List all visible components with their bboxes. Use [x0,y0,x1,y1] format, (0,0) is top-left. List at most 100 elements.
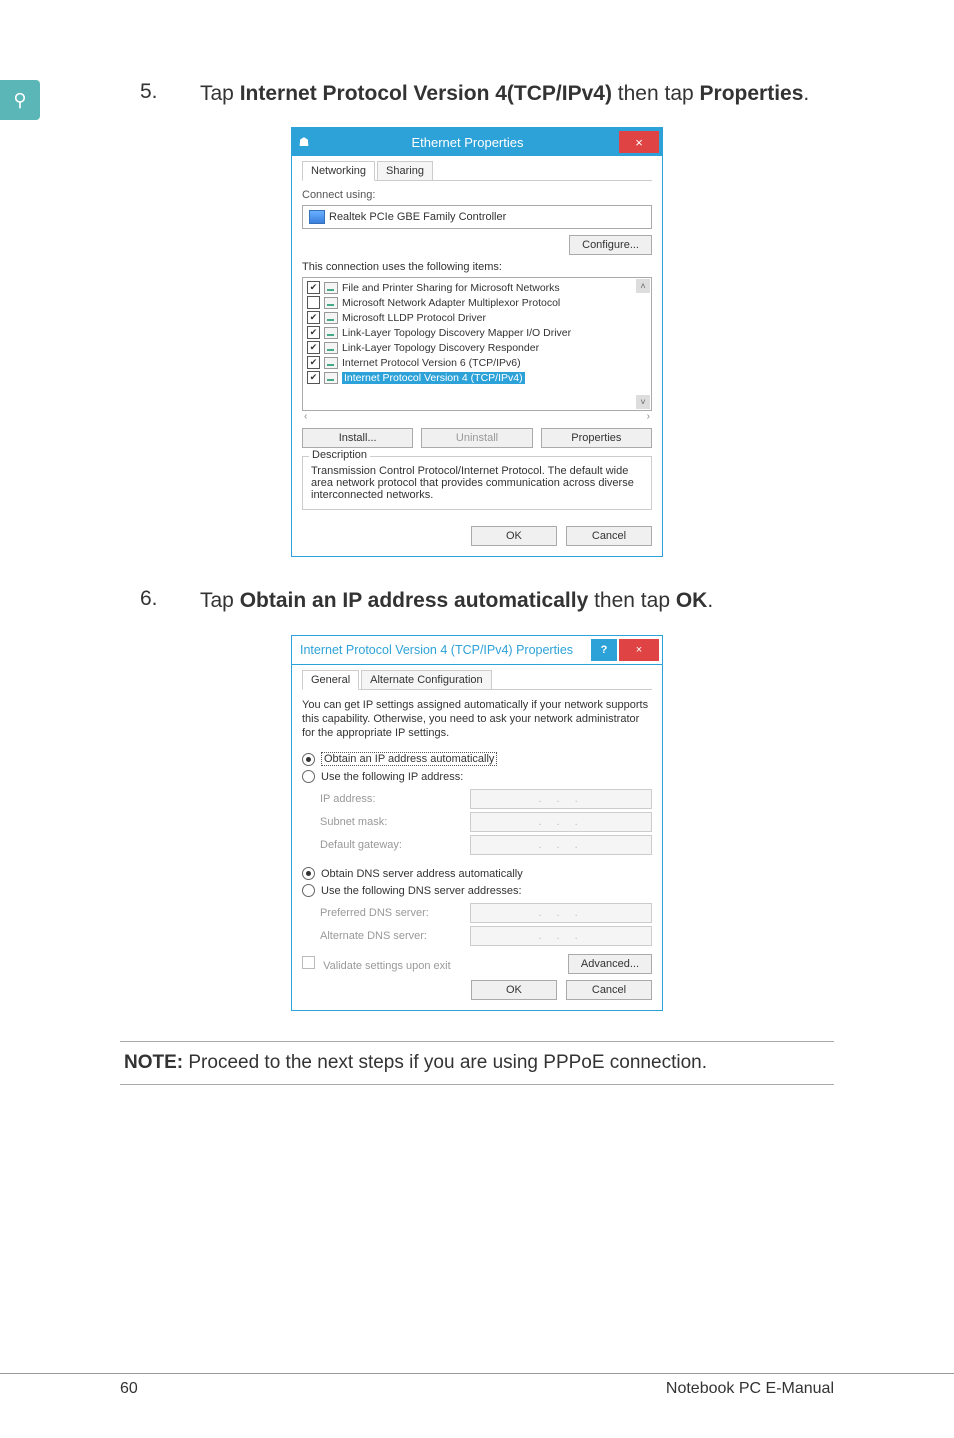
list-scroll-up[interactable]: ˄ [636,279,650,293]
step5-bold2: Properties [700,82,804,105]
step6-bold1: Obtain an IP address automatically [240,589,589,612]
validate-label: Validate settings upon exit [323,960,451,972]
field-default-gateway: Default gateway: . . . [320,835,652,855]
uninstall-button[interactable]: Uninstall [421,428,532,448]
checkbox-icon[interactable]: ✔ [307,311,320,324]
step5-post: . [803,82,809,105]
list-item-selected[interactable]: ✔ Internet Protocol Version 4 (TCP/IPv4) [303,370,651,385]
step6-pre: Tap [200,589,240,612]
list-item[interactable]: ✔ Link-Layer Topology Discovery Mapper I… [303,325,651,340]
radio-obtain-dns-auto[interactable]: Obtain DNS server address automatically [302,865,652,882]
ipv4-properties-dialog: Internet Protocol Version 4 (TCP/IPv4) P… [291,635,663,1012]
step6-mid: then tap [588,589,676,612]
nic-icon [309,210,325,224]
radio-use-ip[interactable]: Use the following IP address: [302,768,652,785]
description-group: Description Transmission Control Protoco… [302,456,652,510]
list-item[interactable]: ✔ Link-Layer Topology Discovery Responde… [303,340,651,355]
radio-use-dns[interactable]: Use the following DNS server addresses: [302,882,652,899]
subnet-mask-input: . . . [470,812,652,832]
default-gateway-label: Default gateway: [320,839,470,851]
dialog1-title: Ethernet Properties [316,135,619,150]
list-item[interactable]: ✔ Internet Protocol Version 6 (TCP/IPv6) [303,355,651,370]
ethernet-properties-dialog: ☗ Ethernet Properties × Networking Shari… [291,127,663,557]
dlg1-cancel-button[interactable]: Cancel [566,526,652,546]
tab-general[interactable]: General [302,670,359,690]
item-label: Microsoft Network Adapter Multiplexor Pr… [342,297,560,309]
dialog2-title: Internet Protocol Version 4 (TCP/IPv4) P… [292,643,591,657]
page-footer: 60 Notebook PC E-Manual [0,1373,954,1398]
ipv4-info-text: You can get IP settings assigned automat… [302,698,652,741]
checkbox-icon[interactable]: ✔ [307,326,320,339]
ip-address-label: IP address: [320,793,470,805]
description-legend: Description [309,449,370,461]
radio-label: Obtain DNS server address automatically [321,868,523,880]
checkbox-icon[interactable] [307,296,320,309]
list-item[interactable]: Microsoft Network Adapter Multiplexor Pr… [303,295,651,310]
step5-bold1: Internet Protocol Version 4(TCP/IPv4) [240,82,612,105]
item-label: Link-Layer Topology Discovery Mapper I/O… [342,327,571,339]
connect-using-label: Connect using: [302,189,652,201]
step5-pre: Tap [200,82,240,105]
dialog1-icon: ☗ [292,135,316,149]
note-heading: NOTE: [124,1052,183,1073]
checkbox-icon[interactable]: ✔ [307,341,320,354]
dialog2-close-button[interactable]: × [619,639,659,661]
dialog2-tabs: General Alternate Configuration [302,669,652,690]
horizontal-scroll-hint: ‹› [302,411,652,422]
dlg1-ok-button[interactable]: OK [471,526,557,546]
dialog2-help-button[interactable]: ? [591,639,617,661]
configure-button[interactable]: Configure... [569,235,652,255]
checkbox-icon[interactable]: ✔ [307,371,320,384]
preferred-dns-input: . . . [470,903,652,923]
radio-icon [302,884,315,897]
note-text: Proceed to the next steps if you are usi… [183,1052,707,1073]
protocol-icon [324,297,338,309]
install-button[interactable]: Install... [302,428,413,448]
dialog1-tabs: Networking Sharing [302,160,652,181]
list-item[interactable]: ✔ File and Printer Sharing for Microsoft… [303,280,651,295]
device-box[interactable]: Realtek PCIe GBE Family Controller [302,205,652,229]
protocol-icon [324,342,338,354]
list-scroll-down[interactable]: ˅ [636,395,650,409]
radio-icon [302,867,315,880]
step-5-number: 5. [120,80,200,107]
list-label: This connection uses the following items… [302,261,652,273]
step-6-number: 6. [120,587,200,614]
validate-checkbox-row[interactable]: Validate settings upon exit [302,956,451,972]
properties-button[interactable]: Properties [541,428,652,448]
radio-obtain-ip-auto[interactable]: Obtain an IP address automatically [302,750,652,768]
tab-alternate-config[interactable]: Alternate Configuration [361,670,492,690]
step6-bold2: OK [676,589,708,612]
note-box: NOTE: Proceed to the next steps if you a… [120,1041,834,1085]
step6-post: . [707,589,713,612]
page-number: 60 [120,1380,138,1398]
dialog1-titlebar: ☗ Ethernet Properties × [292,128,662,156]
item-label: File and Printer Sharing for Microsoft N… [342,282,560,294]
protocol-icon [324,282,338,294]
item-label: Link-Layer Topology Discovery Responder [342,342,539,354]
item-label: Internet Protocol Version 4 (TCP/IPv4) [342,372,525,384]
item-label: Internet Protocol Version 6 (TCP/IPv6) [342,357,521,369]
checkbox-icon[interactable]: ✔ [307,281,320,294]
step-6: 6. Tap Obtain an IP address automaticall… [120,587,834,614]
field-alternate-dns: Alternate DNS server: . . . [320,926,652,946]
checkbox-icon [302,956,315,969]
tab-networking[interactable]: Networking [302,161,375,181]
connection-items-list[interactable]: ˄ ✔ File and Printer Sharing for Microso… [302,277,652,411]
protocol-icon [324,312,338,324]
advanced-button[interactable]: Advanced... [568,954,652,974]
subnet-mask-label: Subnet mask: [320,816,470,828]
tab-sharing[interactable]: Sharing [377,161,433,181]
item-label: Microsoft LLDP Protocol Driver [342,312,486,324]
dlg2-ok-button[interactable]: OK [471,980,557,1000]
radio-label: Use the following IP address: [321,771,463,783]
alternate-dns-label: Alternate DNS server: [320,930,470,942]
protocol-icon [324,372,338,384]
list-item[interactable]: ✔ Microsoft LLDP Protocol Driver [303,310,651,325]
dialog1-close-button[interactable]: × [619,131,659,153]
radio-label: Obtain an IP address automatically [321,752,497,766]
checkbox-icon[interactable]: ✔ [307,356,320,369]
dlg2-cancel-button[interactable]: Cancel [566,980,652,1000]
field-subnet-mask: Subnet mask: . . . [320,812,652,832]
step-5: 5. Tap Internet Protocol Version 4(TCP/I… [120,80,834,107]
